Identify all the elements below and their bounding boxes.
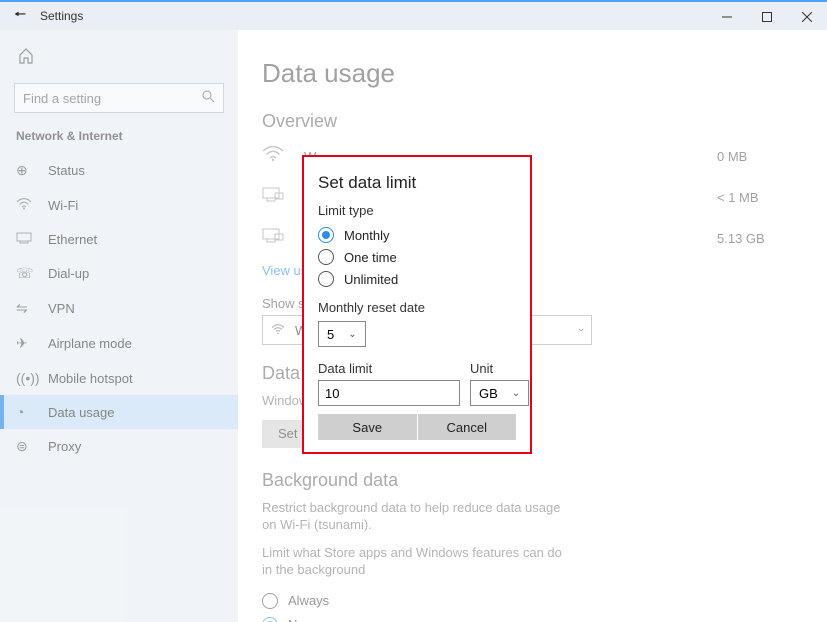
sidebar-item-label: Data usage xyxy=(48,405,115,420)
datausage-icon: ◔ xyxy=(16,404,34,420)
status-icon: ⊕ xyxy=(16,162,34,179)
radio-icon xyxy=(318,271,334,287)
chevron-down-icon: ⌄ xyxy=(512,388,520,399)
data-limit-label: Data limit xyxy=(318,361,460,376)
cancel-button[interactable]: Cancel xyxy=(418,414,517,440)
save-button[interactable]: Save xyxy=(318,414,417,440)
dialog-title: Set data limit xyxy=(318,173,516,193)
background-desc: Restrict background data to help reduce … xyxy=(262,499,572,534)
sidebar-item-label: Status xyxy=(48,163,85,178)
wifi-icon xyxy=(16,197,34,213)
radio-label: One time xyxy=(344,250,397,265)
sidebar-item-label: Mobile hotspot xyxy=(48,371,133,386)
sidebar-item-airplane[interactable]: ✈ Airplane mode xyxy=(0,326,238,361)
radio-icon-selected xyxy=(318,227,334,243)
unit-label: Unit xyxy=(470,361,529,376)
ethernet-icon xyxy=(262,228,290,249)
proxy-icon: ⊜ xyxy=(16,438,34,455)
background-heading: Background data xyxy=(262,470,787,491)
sidebar-item-label: Dial-up xyxy=(48,266,89,281)
chevron-down-icon: › xyxy=(575,328,587,332)
overview-heading: Overview xyxy=(262,111,787,132)
limit-type-unlimited[interactable]: Unlimited xyxy=(318,268,516,290)
set-data-limit-dialog: Set data limit Limit type Monthly One ti… xyxy=(302,155,532,454)
sidebar-item-ethernet[interactable]: Ethernet xyxy=(0,222,238,256)
titlebar: 🠔 Settings xyxy=(0,0,827,30)
close-button[interactable] xyxy=(787,1,827,31)
sidebar-heading: Network & Internet xyxy=(0,129,238,153)
sidebar-item-status[interactable]: ⊕ Status xyxy=(0,153,238,188)
sidebar-item-wifi[interactable]: Wi-Fi xyxy=(0,188,238,222)
unit-dropdown[interactable]: GB ⌄ xyxy=(470,380,529,406)
wifi-icon xyxy=(262,146,290,167)
store-desc: Limit what Store apps and Windows featur… xyxy=(262,544,572,579)
window-title: Settings xyxy=(40,9,83,23)
sidebar: Network & Internet ⊕ Status Wi-Fi Ethern… xyxy=(0,30,238,622)
radio-label: Always xyxy=(288,593,329,608)
network-value: 0 MB xyxy=(717,149,787,164)
sidebar-item-vpn[interactable]: ⇋ VPN xyxy=(0,291,238,326)
ethernet-icon xyxy=(16,231,34,247)
page-title: Data usage xyxy=(262,58,787,89)
wifi-icon xyxy=(271,323,285,338)
search-box[interactable] xyxy=(14,83,224,113)
search-icon xyxy=(202,90,215,106)
sidebar-item-label: Ethernet xyxy=(48,232,97,247)
hotspot-icon: ((•)) xyxy=(16,370,34,386)
radio-label: Monthly xyxy=(344,228,390,243)
sidebar-item-dialup[interactable]: ☏ Dial-up xyxy=(0,256,238,291)
minimize-button[interactable] xyxy=(707,1,747,31)
search-input[interactable] xyxy=(23,91,202,106)
sidebar-item-label: Airplane mode xyxy=(48,336,132,351)
radio-label: Unlimited xyxy=(344,272,398,287)
sidebar-item-label: Wi-Fi xyxy=(48,198,78,213)
bg-option-never[interactable]: Never xyxy=(262,613,787,622)
data-limit-input[interactable] xyxy=(318,380,460,406)
limit-type-monthly[interactable]: Monthly xyxy=(318,224,516,246)
maximize-button[interactable] xyxy=(747,1,787,31)
network-value: 5.13 GB xyxy=(717,231,787,246)
sidebar-item-label: VPN xyxy=(48,301,75,316)
radio-icon xyxy=(262,593,278,609)
dropdown-value: GB xyxy=(479,386,498,401)
dialup-icon: ☏ xyxy=(16,265,34,282)
sidebar-item-hotspot[interactable]: ((•)) Mobile hotspot xyxy=(0,361,238,395)
sidebar-item-datausage[interactable]: ◔ Data usage xyxy=(0,395,238,429)
ethernet-icon xyxy=(262,187,290,208)
radio-icon-selected xyxy=(262,617,278,622)
sidebar-item-proxy[interactable]: ⊜ Proxy xyxy=(0,429,238,464)
home-icon[interactable] xyxy=(0,48,238,83)
chevron-down-icon: ⌄ xyxy=(348,329,356,340)
airplane-icon: ✈ xyxy=(16,335,34,352)
dropdown-value: 5 xyxy=(327,327,334,342)
vpn-icon: ⇋ xyxy=(16,300,34,317)
limit-type-onetime[interactable]: One time xyxy=(318,246,516,268)
bg-option-always[interactable]: Always xyxy=(262,589,787,613)
reset-date-label: Monthly reset date xyxy=(318,300,516,315)
sidebar-item-label: Proxy xyxy=(48,439,81,454)
back-button[interactable]: 🠔 xyxy=(0,4,40,28)
network-value: < 1 MB xyxy=(717,190,787,205)
reset-date-dropdown[interactable]: 5 ⌄ xyxy=(318,321,366,347)
limit-type-label: Limit type xyxy=(318,203,516,218)
radio-icon xyxy=(318,249,334,265)
radio-label: Never xyxy=(288,617,323,622)
